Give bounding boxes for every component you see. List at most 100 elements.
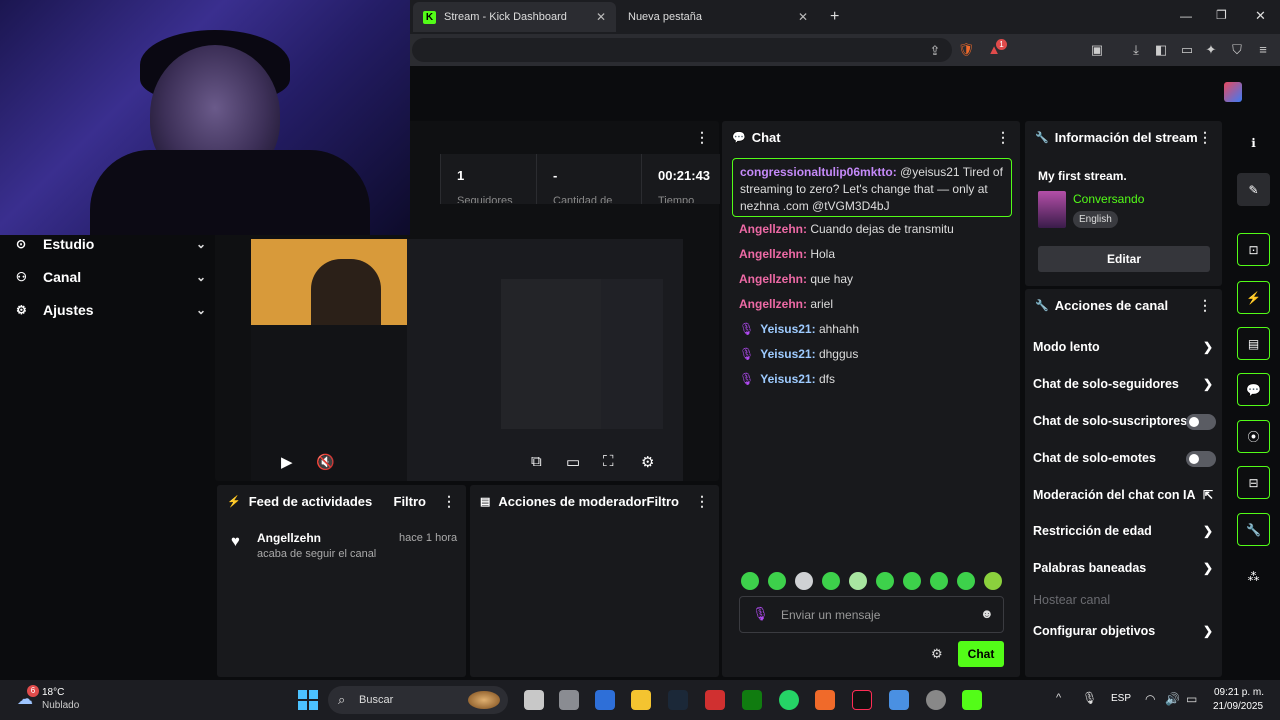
file-explorer-icon[interactable] [631,690,651,710]
acrobat-icon[interactable] [705,690,725,710]
theater-icon[interactable]: ▭ [566,453,580,471]
taskbar-search[interactable]: ⌕ Buscar [328,686,508,714]
emoji-icon[interactable]: ☻ [980,606,994,621]
chat-username[interactable]: congressionaltulip06mkttо: [740,165,897,179]
highlighted-chat-message[interactable]: congressionaltulip06mkttо: @yeisus21 Tir… [732,158,1012,217]
emote-icon[interactable] [822,572,840,590]
kick-icon[interactable] [962,690,982,710]
minimize-icon[interactable]: — [1180,9,1192,23]
chat-message[interactable]: 🎙 Yeisus21: dhggus [739,347,1009,361]
action-banned-words[interactable]: Palabras baneadas ❯ [1033,561,1213,575]
kebab-menu-icon[interactable]: ⋮ [996,129,1010,146]
edit-icon[interactable]: ✎ [1237,173,1270,206]
tab-new[interactable]: Nueva pestaña ✕ [618,4,818,30]
tiktok-icon[interactable] [852,690,872,710]
emotes-only-toggle[interactable] [1186,451,1216,467]
kebab-menu-icon[interactable]: ⋮ [1198,129,1212,146]
windows-start-icon[interactable] [298,690,318,710]
wifi-icon[interactable]: ◠ [1145,692,1155,706]
info-icon[interactable]: ℹ [1237,126,1270,159]
chat-username[interactable]: Yeisus21: [760,372,815,386]
url-field[interactable] [412,38,952,62]
emote-icon[interactable] [876,572,894,590]
camera-icon[interactable]: ⊡ [1237,233,1270,266]
chat-username[interactable]: Yeisus21: [760,322,815,336]
chat-message[interactable]: Angellzehn: Cuando dejas de transmitu [739,222,1009,236]
chat-message[interactable]: 🎙 Yeisus21: dfs [739,372,1009,386]
volume-icon[interactable]: 🔊 [1165,692,1180,706]
app-icon[interactable] [595,690,615,710]
action-followers-only[interactable]: Chat de solo-seguidores ❯ [1033,377,1213,391]
subscribers-only-toggle[interactable] [1186,414,1216,430]
chevron-up-icon[interactable]: ^ [1056,692,1061,704]
chat-username[interactable]: Angellzehn: [739,222,807,236]
download-icon[interactable]: ⤓ [1127,42,1145,58]
mute-icon[interactable]: 🔇 [316,453,335,471]
new-tab-button[interactable]: + [830,8,839,26]
kebab-menu-icon[interactable]: ⋮ [442,493,456,510]
emote-icon[interactable] [957,572,975,590]
microphone-icon[interactable]: 🎙 [1082,691,1097,705]
kebab-menu-icon[interactable]: ⋮ [1198,297,1212,314]
moderator-filter-button[interactable]: Filtro [647,494,680,509]
xbox-icon[interactable] [742,690,762,710]
sidebar-item-estudio[interactable]: ⊙ Estudio ⌄ [16,232,206,256]
chat-input[interactable]: 🎙 Enviar un mensaje ☻ [739,596,1004,633]
close-tab-icon[interactable]: ✕ [596,10,606,24]
activity-filter-button[interactable]: Filtro [394,494,427,509]
chat-username[interactable]: Angellzehn: [739,297,807,311]
chat-username[interactable]: Yeisus21: [760,347,815,361]
obs-icon[interactable] [926,690,946,710]
clock-date[interactable]: 21/09/2025 [1213,701,1263,712]
category-link[interactable]: Conversando [1073,192,1144,206]
chat-message[interactable]: 🎙 Yeisus21: ahhahh [739,322,1009,336]
chat-message[interactable]: Angellzehn: ariel [739,297,1009,311]
emote-icon[interactable] [849,572,867,590]
pip-icon[interactable]: ⧉ [531,453,542,470]
sidebar-item-canal[interactable]: ⚇ Canal ⌄ [16,265,206,289]
menu-icon[interactable]: ≡ [1254,42,1272,57]
ai-icon[interactable]: ✦ [1202,42,1220,58]
avatar[interactable] [1224,82,1242,102]
emote-icon[interactable] [768,572,786,590]
emote-icon[interactable] [795,572,813,590]
kebab-menu-icon[interactable]: ⋮ [695,129,709,146]
chat-username[interactable]: Angellzehn: [739,272,807,286]
chat-message[interactable]: Angellzehn: que hay [739,272,1009,286]
vpn-icon[interactable]: ⛉ [1228,42,1246,58]
clock-time[interactable]: 09:21 p. m. [1214,687,1264,698]
emote-icon[interactable] [984,572,1002,590]
settings-icon[interactable]: ⚙ [641,453,654,471]
chat-send-button[interactable]: Chat [958,641,1004,667]
language-indicator[interactable]: ESP [1111,693,1131,704]
chat-message[interactable]: Angellzehn: Hola [739,247,1009,261]
action-slow-mode[interactable]: Modo lento ❯ [1033,340,1213,354]
action-goals[interactable]: Configurar objetivos ❯ [1033,624,1213,638]
reader-icon[interactable]: ▣ [1088,42,1106,58]
emote-icon[interactable] [903,572,921,590]
action-age-restriction[interactable]: Restricción de edad ❯ [1033,524,1213,538]
emote-icon[interactable] [741,572,759,590]
activity-user[interactable]: Angellzehn [257,531,321,545]
video-preview[interactable]: ▶ 🔇 ⧉ ▭ ⛶ ⚙ [251,239,683,481]
chat-icon[interactable]: 💬 [1237,373,1270,406]
action-ai-moderation[interactable]: Moderación del chat con IA ⇱ [1033,488,1213,502]
more-icon[interactable]: ⁂ [1237,560,1270,593]
category-thumbnail[interactable] [1038,191,1066,228]
chat-username[interactable]: Angellzehn: [739,247,807,261]
kebab-menu-icon[interactable]: ⋮ [695,493,709,510]
layout-icon[interactable]: ⊟ [1237,466,1270,499]
tab-kick-dashboard[interactable]: K Stream - Kick Dashboard ✕ [413,2,616,32]
edit-stream-button[interactable]: Editar [1038,246,1210,272]
sidebar-icon[interactable]: ◧ [1152,42,1170,58]
battery-icon[interactable]: ▭ [1186,692,1197,706]
gear-icon[interactable]: ⚙ [931,646,943,662]
steam-icon[interactable] [668,690,688,710]
whatsapp-icon[interactable] [779,690,799,710]
sidebar-item-ajustes[interactable]: ⚙ Ajustes ⌄ [16,298,206,322]
notes-icon[interactable]: ▤ [1237,327,1270,360]
brave-shield-icon[interactable]: 🛡 [957,42,975,58]
close-tab-icon[interactable]: ✕ [798,10,808,24]
play-icon[interactable]: ▶ [281,453,293,471]
close-window-icon[interactable]: ✕ [1255,8,1266,24]
